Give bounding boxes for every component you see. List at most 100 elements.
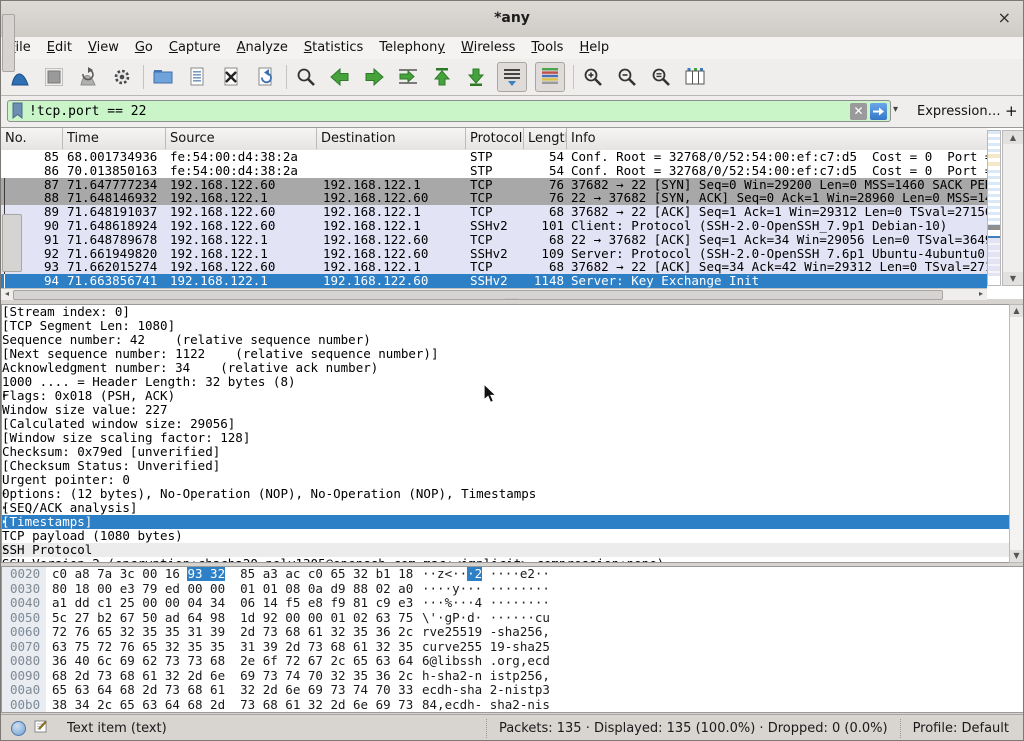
menu-item[interactable]: Statistics <box>296 37 371 59</box>
find-packet-icon[interactable] <box>293 63 319 91</box>
window-title: *any <box>1 10 1023 26</box>
zoom-original-icon[interactable] <box>648 63 674 91</box>
auto-scroll-icon[interactable] <box>497 62 527 92</box>
packet-row[interactable]: 88 71.648146932 192.168.122.1 192.168.12… <box>1 191 987 205</box>
goto-packet-icon[interactable] <box>395 63 421 91</box>
detail-row[interactable]: Urgent pointer: 0 <box>2 473 1010 487</box>
menu-item[interactable]: Help <box>571 37 617 59</box>
hex-row[interactable]: 0070 63 75 72 76 65 32 35 35 31 39 2d 73… <box>2 640 1024 655</box>
detail-row[interactable]: Acknowledgment number: 34 (relative ack … <box>2 361 1010 375</box>
column-header[interactable]: Time <box>63 128 166 149</box>
packet-row[interactable]: 89 71.648191037 192.168.122.60 192.168.1… <box>1 205 987 219</box>
filter-history-caret-icon[interactable]: ▾ <box>893 104 898 115</box>
colorize-packets-icon[interactable] <box>535 62 565 92</box>
detail-row[interactable]: ▾ SSH Protocol <box>2 543 1010 557</box>
display-filter-input[interactable] <box>25 104 850 119</box>
detail-row[interactable]: Checksum: 0x79ed [unverified] <box>2 445 1010 459</box>
detail-row[interactable]: [Calculated window size: 29056] <box>2 417 1010 431</box>
column-header[interactable]: No. <box>1 128 63 149</box>
packet-row[interactable]: 85 68.001734936 fe:54:00:d4:38:2a STP 54… <box>1 150 987 164</box>
menu-item[interactable]: Wireless <box>453 37 523 59</box>
detail-row[interactable]: [TCP Segment Len: 1080] <box>2 319 1010 333</box>
menu-item[interactable]: Capture <box>161 37 229 59</box>
expression-button[interactable]: Expression… <box>917 104 1001 119</box>
column-header[interactable]: Destination <box>317 128 466 149</box>
packet-row[interactable]: 86 70.013850163 fe:54:00:d4:38:2a STP 54… <box>1 164 987 178</box>
detail-row[interactable]: 1000 .... = Header Length: 32 bytes (8) <box>2 375 1010 389</box>
details-vertical-scrollbar[interactable]: ▲ ▼ <box>1009 304 1024 563</box>
last-packet-icon[interactable] <box>463 63 489 91</box>
packet-row[interactable]: 93 71.662015274 192.168.122.60 192.168.1… <box>1 260 987 274</box>
hex-row[interactable]: 0090 68 2d 73 68 61 32 2d 6e 69 73 74 70… <box>2 669 1024 684</box>
detail-row[interactable]: [Next sequence number: 1122 (relative se… <box>2 347 1010 361</box>
detail-row[interactable]: ▸ [Timestamps] <box>2 515 1010 529</box>
previous-packet-icon[interactable] <box>327 63 353 91</box>
add-filter-button[interactable]: + <box>1005 102 1018 120</box>
open-file-icon[interactable] <box>150 63 176 91</box>
hex-row[interactable]: 0040 a1 dd c1 25 00 00 04 34 06 14 f5 e8… <box>2 596 1024 611</box>
detail-row[interactable]: Window size value: 227 <box>2 403 1010 417</box>
detail-row[interactable]: ▸ Flags: 0x018 (PSH, ACK) <box>2 389 1010 403</box>
restart-capture-icon[interactable] <box>75 63 101 91</box>
scroll-up-icon[interactable]: ▲ <box>1010 305 1023 317</box>
hex-row[interactable]: 0030 80 18 00 e3 79 ed 00 00 01 01 08 0a… <box>2 582 1024 597</box>
zoom-out-icon[interactable] <box>614 63 640 91</box>
first-packet-icon[interactable] <box>429 63 455 91</box>
packet-row[interactable]: 94 71.663856741 192.168.122.1 192.168.12… <box>1 274 987 288</box>
apply-filter-icon[interactable] <box>870 103 887 120</box>
packet-counts-status: Packets: 135 · Displayed: 135 (100.0%) ·… <box>486 719 900 738</box>
reload-file-icon[interactable] <box>252 63 278 91</box>
detail-row[interactable]: [Window size scaling factor: 128] <box>2 431 1010 445</box>
scroll-down-icon[interactable]: ▼ <box>1003 272 1023 285</box>
hex-row[interactable]: 0060 72 76 65 32 35 35 31 39 2d 73 68 61… <box>2 625 1024 640</box>
packet-row[interactable]: 91 71.648789678 192.168.122.1 192.168.12… <box>1 233 987 247</box>
bookmark-icon[interactable] <box>11 102 25 120</box>
menu-item[interactable]: Telephony <box>371 37 453 59</box>
menu-item[interactable]: View <box>80 37 127 59</box>
scrollbar-thumb[interactable] <box>2 214 22 272</box>
menu-item[interactable]: Go <box>127 37 161 59</box>
hex-row[interactable]: 00b0 38 34 2c 65 63 64 68 2d 73 68 61 32… <box>2 698 1024 713</box>
column-header[interactable]: Info <box>567 128 987 149</box>
detail-row[interactable]: ▸ [SEQ/ACK analysis] <box>2 501 1010 515</box>
intelligent-scrollbar-minimap[interactable] <box>987 130 1001 286</box>
packet-list-header: No.TimeSourceDestinationProtocolLengthIn… <box>1 128 987 151</box>
detail-row[interactable]: TCP payload (1080 bytes) <box>2 529 1010 543</box>
detail-row[interactable]: [Checksum Status: Unverified] <box>2 459 1010 473</box>
scroll-down-icon[interactable]: ▼ <box>1010 550 1023 562</box>
resize-columns-icon[interactable] <box>682 63 708 91</box>
packet-row[interactable]: 90 71.648618924 192.168.122.60 192.168.1… <box>1 219 987 233</box>
zoom-in-icon[interactable] <box>580 63 606 91</box>
capture-options-icon[interactable] <box>109 63 135 91</box>
menu-item[interactable]: Edit <box>39 37 80 59</box>
column-header[interactable]: Protocol <box>466 128 524 149</box>
hex-row[interactable]: 0080 36 40 6c 69 62 73 73 68 2e 6f 72 67… <box>2 654 1024 669</box>
close-window-button[interactable]: × <box>998 8 1011 28</box>
clear-filter-icon[interactable]: ✕ <box>850 103 867 120</box>
capture-comment-icon[interactable] <box>34 719 49 738</box>
toolbar-separator <box>286 65 287 89</box>
toolbar-separator <box>143 65 144 89</box>
expert-info-icon[interactable] <box>11 721 26 736</box>
hex-row[interactable]: 0050 5c 27 b2 67 50 ad 64 98 1d 92 00 00… <box>2 611 1024 626</box>
packet-row[interactable]: 87 71.647777234 192.168.122.60 192.168.1… <box>1 178 987 192</box>
stop-capture-icon[interactable] <box>41 63 67 91</box>
save-file-icon[interactable] <box>184 63 210 91</box>
detail-row[interactable]: Sequence number: 42 (relative sequence n… <box>2 333 1010 347</box>
display-filter-field[interactable]: ✕ <box>7 100 891 122</box>
next-packet-icon[interactable] <box>361 63 387 91</box>
menu-item[interactable]: Tools <box>523 37 571 59</box>
packet-list-vertical-scrollbar[interactable]: ▲ ▼ <box>1002 130 1024 286</box>
column-header[interactable]: Source <box>166 128 317 149</box>
scrollbar-thumb[interactable] <box>2 14 15 72</box>
scroll-up-icon[interactable]: ▲ <box>1003 131 1023 144</box>
close-file-icon[interactable] <box>218 63 244 91</box>
packet-row[interactable]: 92 71.661949820 192.168.122.1 192.168.12… <box>1 247 987 261</box>
detail-row[interactable]: [Stream index: 0] <box>2 305 1010 319</box>
menu-item[interactable]: Analyze <box>229 37 296 59</box>
hex-row[interactable]: 0020 c0 a8 7a 3c 00 16 93 32 85 a3 ac c0… <box>2 567 1024 582</box>
profile-status[interactable]: Profile: Default <box>900 719 1023 738</box>
detail-row[interactable]: ▸ Options: (12 bytes), No-Operation (NOP… <box>2 487 1010 501</box>
hex-row[interactable]: 00a0 65 63 64 68 2d 73 68 61 32 2d 6e 69… <box>2 683 1024 698</box>
column-header[interactable]: Length <box>524 128 567 149</box>
